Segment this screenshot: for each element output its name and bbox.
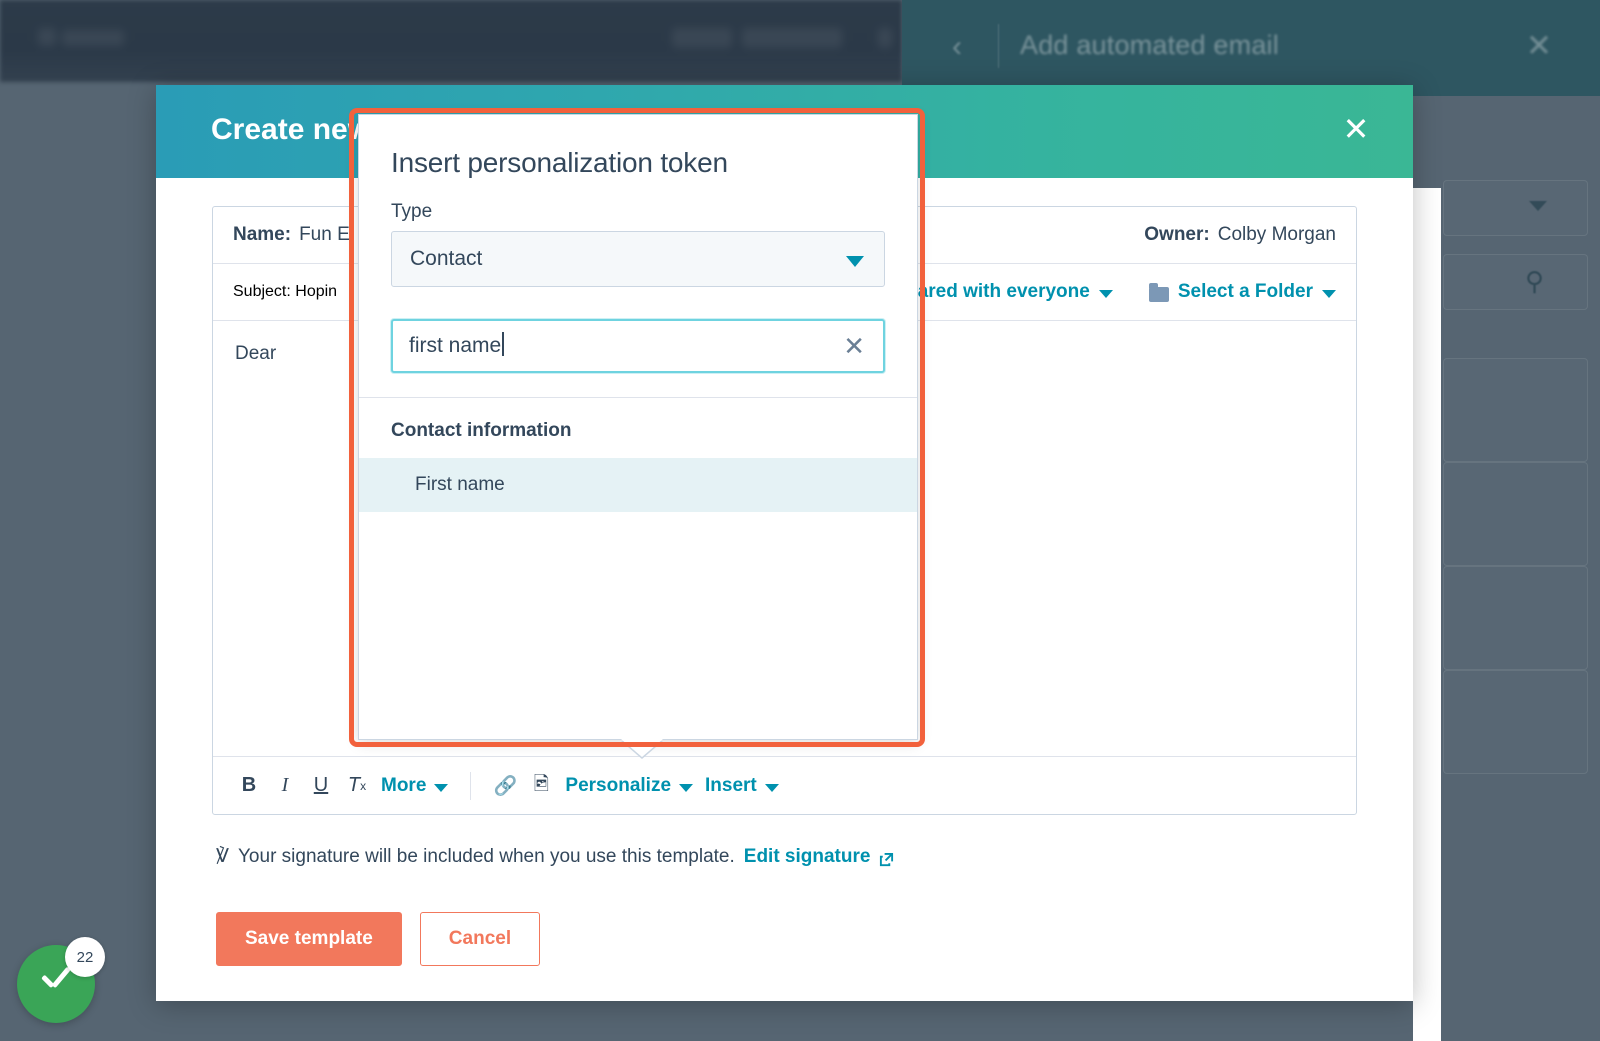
token-option-first-name[interactable]: First name xyxy=(359,458,917,512)
chevron-down-icon xyxy=(1098,290,1113,298)
link-icon[interactable]: 🔗 xyxy=(487,768,523,804)
success-toast[interactable]: 22 xyxy=(17,937,105,1023)
save-template-button[interactable]: Save template xyxy=(216,912,402,966)
folder-icon xyxy=(1148,282,1169,302)
background-right-panel: ⚲ xyxy=(1443,96,1600,1041)
sharing-controls: ared with everyone Select a Folder xyxy=(918,281,1336,303)
ghost-title-c xyxy=(878,28,892,48)
page-title: Create new xyxy=(211,113,372,146)
toolbar-divider xyxy=(470,771,472,800)
search-icon: ⚲ xyxy=(1525,266,1545,296)
type-select[interactable]: Contact xyxy=(391,231,885,287)
clear-formatting-glyph: T xyxy=(347,774,361,796)
ghost-title-b xyxy=(742,28,842,48)
chevron-down-icon xyxy=(434,783,449,792)
insert-dropdown[interactable]: Insert xyxy=(699,775,785,797)
owner-label: Owner: xyxy=(1144,224,1210,245)
subject-field[interactable]: Subject: Hopin xyxy=(233,283,337,301)
more-dropdown[interactable]: More xyxy=(375,775,454,797)
insert-label: Insert xyxy=(705,774,757,796)
modal-actions: Save template Cancel xyxy=(216,912,1357,966)
signature-text: Your signature will be included when you… xyxy=(238,845,735,867)
ghost-back-label xyxy=(62,30,124,46)
screen-root: ‹ Add automated email ✕ ⚲ 22 Create new … xyxy=(0,0,1600,1041)
background-list-row[interactable] xyxy=(1443,358,1588,462)
subject-label: Subject: xyxy=(233,283,291,300)
name-value: Fun E xyxy=(299,224,350,245)
notification-count-badge: 22 xyxy=(65,937,105,977)
owner-field[interactable]: Owner: Colby Morgan xyxy=(1144,224,1336,246)
external-link-icon xyxy=(879,851,894,867)
name-field[interactable]: Name: Fun E xyxy=(233,224,350,246)
subject-value: Hopin xyxy=(295,283,338,300)
popover-inner: Insert personalization token Type Contac… xyxy=(359,115,917,373)
close-icon[interactable]: ✕ xyxy=(1526,28,1552,64)
bold-button[interactable]: B xyxy=(231,768,267,804)
ghost-back-icon xyxy=(38,28,56,46)
underline-button[interactable]: U xyxy=(303,768,339,804)
owner-value: Colby Morgan xyxy=(1217,224,1336,245)
ghost-title-a xyxy=(672,28,732,48)
italic-button[interactable]: I xyxy=(267,768,303,804)
background-search-box[interactable] xyxy=(1443,254,1588,310)
background-list-row[interactable] xyxy=(1443,566,1588,670)
insert-personalization-token-popover: Insert personalization token Type Contac… xyxy=(358,114,918,740)
type-select-value: Contact xyxy=(410,247,483,270)
chevron-down-icon xyxy=(1529,201,1547,211)
editor-toolbar: B I U Tx More 🔗 🖻 Personalize Insert xyxy=(213,756,1356,814)
token-results-list: Contact information First name xyxy=(359,398,917,728)
cancel-button[interactable]: Cancel xyxy=(419,912,541,966)
background-dropdown[interactable] xyxy=(1443,180,1588,236)
personalize-dropdown[interactable]: Personalize xyxy=(559,775,699,797)
token-group-title: Contact information xyxy=(391,420,572,441)
clear-formatting-button[interactable]: Tx xyxy=(339,768,375,804)
chevron-left-icon[interactable]: ‹ xyxy=(952,30,962,64)
check-icon xyxy=(39,969,73,989)
background-teal-topbar: ‹ Add automated email ✕ xyxy=(902,0,1600,96)
edit-signature-link[interactable]: Edit signature xyxy=(744,846,871,868)
token-search-input[interactable]: first name ✕ xyxy=(391,319,885,373)
clear-formatting-sub: x xyxy=(360,778,367,793)
signature-icon: ℣ xyxy=(216,846,229,867)
chevron-down-icon xyxy=(679,783,694,792)
shared-with-label: ared with everyone xyxy=(917,281,1090,302)
chevron-down-icon xyxy=(1322,290,1336,298)
popover-notch xyxy=(621,739,663,757)
select-folder-dropdown[interactable]: Select a Folder xyxy=(1148,281,1336,303)
shared-with-dropdown[interactable]: ared with everyone xyxy=(918,281,1113,303)
background-dark-topbar xyxy=(0,0,902,82)
background-white-strip xyxy=(1413,188,1441,1041)
topbar-divider xyxy=(998,24,999,68)
chevron-down-icon xyxy=(764,783,779,792)
background-panel-title: Add automated email xyxy=(1020,30,1279,60)
signature-notice: ℣ Your signature will be included when y… xyxy=(216,845,1357,868)
type-label: Type xyxy=(391,201,433,222)
close-icon[interactable]: ✕ xyxy=(1337,111,1375,149)
image-icon[interactable]: 🖻 xyxy=(523,768,559,804)
more-label: More xyxy=(381,774,427,796)
select-folder-label: Select a Folder xyxy=(1177,281,1313,302)
caret-down-icon xyxy=(846,256,864,267)
personalize-label: Personalize xyxy=(565,774,672,796)
popover-title: Insert personalization token xyxy=(391,147,728,178)
name-label: Name: xyxy=(233,224,292,245)
close-icon[interactable]: ✕ xyxy=(843,333,865,359)
background-list-row[interactable] xyxy=(1443,462,1588,566)
background-list-row[interactable] xyxy=(1443,670,1588,774)
token-search-value: first name xyxy=(409,332,505,357)
